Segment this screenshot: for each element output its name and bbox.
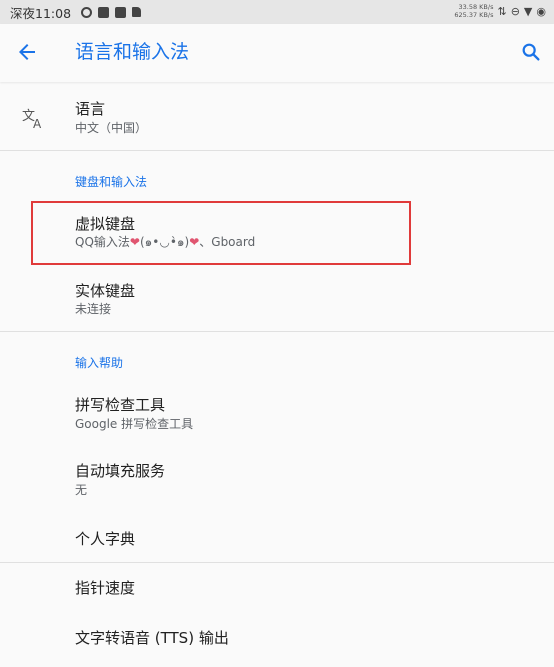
physical-keyboard-title: 实体键盘 — [75, 282, 136, 300]
divider — [0, 562, 554, 563]
tts-output-title: 文字转语音 (TTS) 输出 — [75, 629, 229, 647]
search-icon[interactable] — [520, 41, 542, 63]
divider — [0, 150, 554, 151]
language-setting[interactable]: 文 A 语言 中文（中国） — [0, 84, 554, 150]
autofill-subtitle: 无 — [75, 483, 88, 497]
battery-icon: ◉ — [536, 4, 546, 18]
spell-checker-title: 拼写检查工具 — [75, 396, 166, 414]
autofill-setting[interactable]: 自动填充服务 无 — [0, 452, 554, 510]
personal-dictionary-title: 个人字典 — [75, 530, 136, 548]
pointer-speed-title: 指针速度 — [75, 579, 136, 597]
spell-checker-setting[interactable]: 拼写检查工具 Google 拼写检查工具 — [0, 386, 554, 444]
language-title: 语言 — [75, 100, 106, 118]
section-header-keyboard: 键盘和输入法 — [75, 175, 148, 189]
autofill-title: 自动填充服务 — [75, 462, 166, 480]
dnd-icon: ⊖ — [510, 4, 520, 18]
tts-output-setting[interactable]: 文字转语音 (TTS) 输出 — [0, 615, 554, 661]
network-speed: 33.58 KB/s 625.37 KB/s — [454, 3, 493, 19]
translate-icon: 文 A — [22, 109, 42, 130]
highlight-box — [31, 201, 411, 265]
section-header-input-help: 输入帮助 — [75, 356, 124, 370]
spell-checker-subtitle: Google 拼写检查工具 — [75, 417, 194, 431]
personal-dictionary-setting[interactable]: 个人字典 — [0, 515, 554, 561]
physical-keyboard-setting[interactable]: 实体键盘 未连接 — [0, 272, 554, 330]
sd-card-icon — [132, 7, 142, 17]
data-arrows-icon: ⇅ — [497, 4, 507, 18]
pointer-speed-setting[interactable]: 指针速度 — [0, 565, 554, 611]
wifi-icon: ▼ — [523, 4, 533, 18]
status-notification-icons — [81, 6, 142, 18]
svg-text:A: A — [33, 117, 42, 130]
notification-icon — [81, 6, 93, 18]
status-system-icons: 33.58 KB/s 625.37 KB/s ⇅ ⊖ ▼ ◉ — [454, 3, 546, 19]
app-bar: 语言和输入法 — [0, 24, 554, 82]
language-subtitle: 中文（中国） — [75, 121, 148, 135]
divider — [0, 331, 554, 332]
page-title: 语言和输入法 — [75, 41, 190, 63]
app-icon — [98, 6, 110, 18]
status-bar: 深夜11:08 33.58 KB/s 625.37 KB/s ⇅ ⊖ ▼ ◉ — [0, 0, 554, 24]
net-up: 33.58 KB/s — [458, 3, 494, 11]
net-down: 625.37 KB/s — [454, 11, 494, 19]
app-icon — [115, 6, 127, 18]
arrow-back-icon[interactable] — [15, 40, 39, 64]
physical-keyboard-subtitle: 未连接 — [75, 302, 112, 316]
status-time: 深夜11:08 — [10, 5, 72, 21]
